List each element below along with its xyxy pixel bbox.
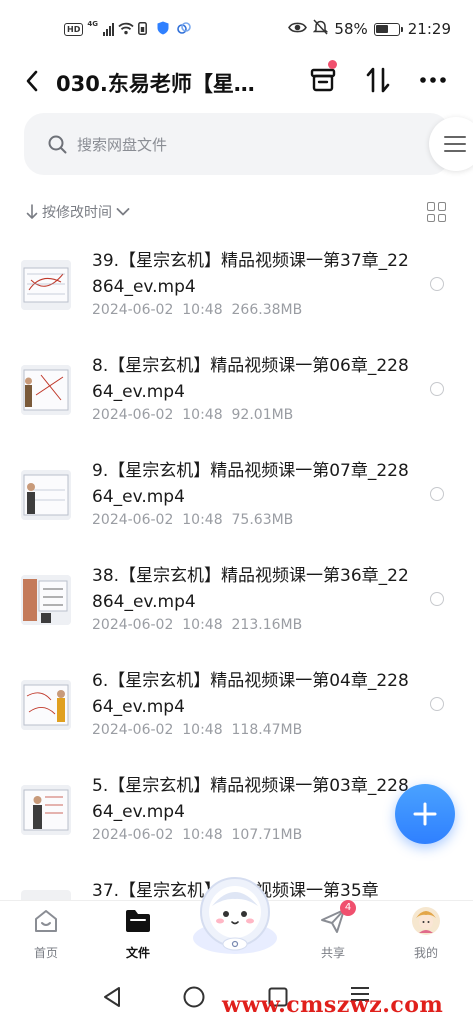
wifi-icon [118,20,134,39]
add-button[interactable] [395,784,455,844]
mascot-button[interactable] [186,872,284,958]
share-badge: 4 [340,900,356,916]
file-name: 6.【星宗玄机】精品视频课一第04章_22864_ev.mp4 [92,671,409,717]
nav-share[interactable]: 4 共享 [303,900,363,966]
sort-selector[interactable]: 按修改时间 [26,200,130,224]
battery-fill [376,25,389,33]
video-thumbnail [21,365,71,415]
select-radio[interactable] [430,487,444,501]
chevron-down-icon [116,208,130,216]
video-thumbnail [21,260,71,310]
select-radio[interactable] [430,382,444,396]
sort-label: 按修改时间 [42,205,112,221]
nav-label: 文件 [125,946,150,960]
file-size: 75.63MB [231,512,294,528]
file-size: 118.47MB [231,722,303,738]
video-thumbnail [21,680,71,730]
system-home-icon[interactable] [183,986,205,1008]
status-left: HD 4G [64,20,191,39]
app-notify-icon [177,20,191,39]
list-item[interactable]: 8.【星宗玄机】精品视频课一第06章_22864_ev.mp4 2024-06-… [0,345,473,449]
mute-bell-icon [313,19,329,39]
list-item[interactable]: 39.【星宗玄机】精品视频课一第37章_22864_ev.mp4 2024-06… [0,240,473,344]
file-size: 213.16MB [231,617,303,633]
search-icon [48,135,67,153]
status-right: 58% 21:29 [288,19,451,39]
shield-icon [157,20,169,39]
search-placeholder: 搜索网盘文件 [77,135,168,154]
send-icon: 4 [318,900,356,936]
file-meta: 2024-06-02 10:48 75.63MB [92,512,293,528]
signal-icon [102,23,114,36]
file-size: 92.01MB [231,407,294,423]
archive-box-icon [310,68,336,92]
watermark-text: www.cmszwz.com [222,992,444,1018]
chevron-left-icon [26,70,38,92]
nav-label: 我的 [413,946,438,960]
back-button[interactable] [20,66,44,96]
nav-home[interactable]: 首页 [16,906,76,966]
search-input[interactable]: 搜索网盘文件 [24,113,450,175]
home-icon [31,906,61,936]
page-title: 030.东易老师【星… [56,72,255,96]
nav-label: 共享 [320,946,345,960]
file-date: 2024-06-02 10:48 [92,407,223,423]
arrow-down-icon [26,204,38,219]
archive-button[interactable] [307,60,339,96]
notification-dot [328,60,337,69]
video-thumbnail [21,890,71,900]
file-date: 2024-06-02 10:48 [92,512,223,528]
battery-percent: 58% [334,20,368,38]
file-size: 266.38MB [231,302,303,318]
battery-icon [373,22,403,36]
video-thumbnail [21,575,71,625]
file-name: 39.【星宗玄机】精品视频课一第37章_22864_ev.mp4 [92,251,409,297]
file-date: 2024-06-02 10:48 [92,302,223,318]
grid-view-toggle[interactable] [427,202,447,222]
nav-label: 首页 [33,946,58,960]
file-meta: 2024-06-02 10:48 118.47MB [92,722,302,738]
file-name: 9.【星宗玄机】精品视频课一第07章_22864_ev.mp4 [92,461,409,507]
nav-files[interactable]: 文件 [108,906,168,966]
network-type: 4G [87,20,98,28]
video-thumbnail [21,470,71,520]
file-name: 38.【星宗玄机】精品视频课一第36章_22864_ev.mp4 [92,566,409,612]
file-date: 2024-06-02 10:48 [92,617,223,633]
select-radio[interactable] [430,697,444,711]
list-item[interactable]: 6.【星宗玄机】精品视频课一第04章_22864_ev.mp4 2024-06-… [0,660,473,764]
more-button[interactable] [417,64,449,96]
sim-icon [138,20,147,39]
file-meta: 2024-06-02 10:48 92.01MB [92,407,293,423]
sort-button[interactable] [362,64,394,96]
grid-icon [427,202,435,211]
avatar-icon [411,906,441,936]
list-item[interactable]: 9.【星宗玄机】精品视频课一第07章_22864_ev.mp4 2024-06-… [0,450,473,554]
eye-icon [288,20,308,38]
clock: 21:29 [407,20,451,38]
file-name: 5.【星宗玄机】精品视频课一第03章_22864_ev.mp4 [92,776,409,822]
header: 030.东易老师【星… [0,56,473,106]
file-date: 2024-06-02 10:48 [92,722,223,738]
list-item[interactable]: 38.【星宗玄机】精品视频课一第36章_22864_ev.mp4 2024-06… [0,555,473,659]
nav-profile[interactable]: 我的 [396,906,456,966]
select-radio[interactable] [430,592,444,606]
hamburger-icon [444,136,466,152]
file-date: 2024-06-02 10:48 [92,827,223,843]
file-meta: 2024-06-02 10:48 213.16MB [92,617,302,633]
file-meta: 2024-06-02 10:48 107.71MB [92,827,302,843]
folder-icon [123,906,153,936]
hd-badge: HD [64,23,84,36]
mascot-icon [193,877,277,954]
video-thumbnail [21,785,71,835]
status-bar: HD 4G 58% 21:29 [0,0,473,56]
select-radio[interactable] [430,277,444,291]
file-name: 8.【星宗玄机】精品视频课一第06章_22864_ev.mp4 [92,356,409,402]
plus-icon [413,802,437,826]
more-dots-icon [420,77,446,83]
file-size: 107.71MB [231,827,303,843]
system-back-icon[interactable] [102,986,122,1008]
file-meta: 2024-06-02 10:48 266.38MB [92,302,302,318]
sort-arrows-icon [366,67,390,93]
